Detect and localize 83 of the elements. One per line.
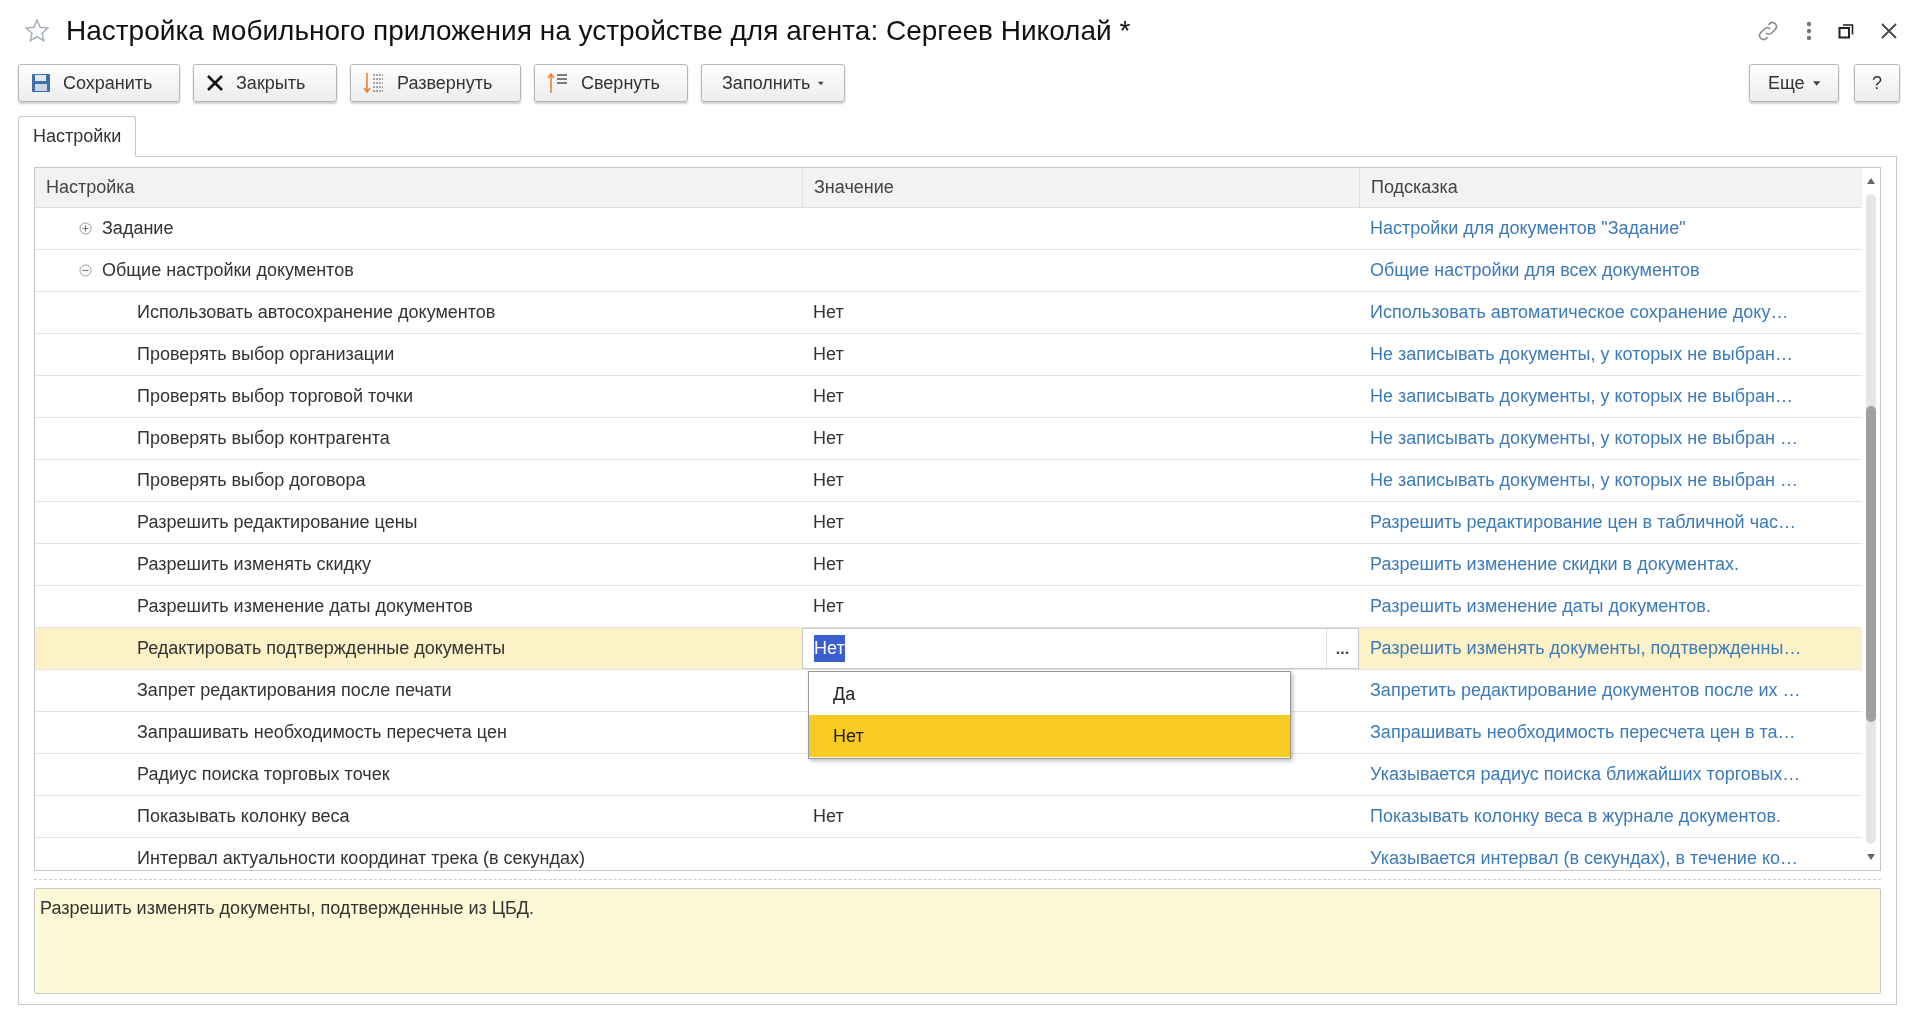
hint-text: Указывается радиус поиска ближайших торговых… bbox=[1370, 763, 1801, 786]
column-header[interactable]: Значение bbox=[802, 168, 1359, 207]
collapse-icon[interactable] bbox=[79, 264, 92, 277]
setting-name: Разрешить изменение даты документов bbox=[137, 595, 473, 618]
setting-value: Нет bbox=[813, 469, 844, 492]
column-header[interactable]: Настройка bbox=[35, 168, 802, 207]
setting-name: Запрашивать необходимость пересчета цен bbox=[137, 721, 507, 744]
dropdown-option[interactable]: Да bbox=[809, 673, 1290, 715]
table-row[interactable]: Проверять выбор торговой точки Нет Не записывать документы, у которых не выбран… bbox=[35, 376, 1862, 418]
setting-name: Радиус поиска торговых точек bbox=[137, 763, 390, 786]
scroll-thumb[interactable] bbox=[1866, 406, 1876, 722]
table-row[interactable]: Разрешить изменять скидку Нет Разрешить изменение скидки в документах. bbox=[35, 544, 1862, 586]
setting-name: Проверять выбор организации bbox=[137, 343, 395, 366]
toolbar-button[interactable]: Закрыть bbox=[193, 64, 337, 102]
setting-value: Нет bbox=[813, 805, 844, 828]
scroll-up-icon[interactable] bbox=[1867, 178, 1875, 184]
setting-name: Редактировать подтвержденные документы bbox=[137, 637, 506, 660]
hint-text: Разрешить изменять документы, подтвержденны… bbox=[1370, 637, 1802, 660]
setting-name: Разрешить редактирование цены bbox=[137, 511, 418, 534]
setting-value: Нет bbox=[813, 595, 844, 618]
toolbar-button[interactable]: Еще bbox=[1749, 64, 1839, 102]
sort-up-list-icon bbox=[547, 72, 569, 94]
toolbar-button[interactable]: Свернуть bbox=[534, 64, 688, 102]
sort-down-list-icon bbox=[363, 72, 385, 94]
setting-name: Использовать автосохранение документов bbox=[137, 301, 496, 324]
expand-icon[interactable] bbox=[79, 222, 92, 235]
toolbar-button[interactable]: ? bbox=[1854, 64, 1900, 102]
restore-window-icon[interactable] bbox=[1838, 23, 1854, 39]
tab[interactable]: Настройки bbox=[18, 116, 137, 157]
hint-text: Не записывать документы, у которых не выбран… bbox=[1370, 343, 1793, 366]
toolbar-button[interactable]: Сохранить bbox=[18, 64, 180, 102]
close-icon[interactable] bbox=[1880, 22, 1898, 40]
setting-value: Нет bbox=[813, 553, 844, 576]
hint-text: Общие настройки для всех документов bbox=[1370, 259, 1700, 282]
choice-button[interactable]: ... bbox=[1326, 629, 1358, 668]
hint-text: Разрешить изменение скидки в документах. bbox=[1370, 553, 1739, 576]
table-row[interactable]: Радиус поиска торговых точек Указывается радиус поиска ближайших торговых… bbox=[35, 754, 1862, 796]
scroll-down-icon[interactable] bbox=[1867, 854, 1875, 860]
setting-name: Проверять выбор договора bbox=[137, 469, 366, 492]
hint-text: Не записывать документы, у которых не выбран … bbox=[1370, 427, 1798, 450]
hint-text: Не записывать документы, у которых не выбран… bbox=[1370, 385, 1793, 408]
close-icon bbox=[206, 74, 224, 92]
caret-icon bbox=[818, 80, 824, 86]
setting-value: Нет bbox=[813, 427, 844, 450]
value-field[interactable]: Нет bbox=[814, 635, 845, 662]
dropdown-option[interactable]: Нет bbox=[809, 715, 1290, 757]
setting-name: Проверять выбор торговой точки bbox=[137, 385, 413, 408]
hint-text: Указывается интервал (в секундах), в течение ко… bbox=[1370, 847, 1798, 870]
setting-name: Запрет редактирования после печати bbox=[137, 679, 452, 702]
setting-value: Нет bbox=[813, 343, 844, 366]
table-row[interactable]: Проверять выбор контрагента Нет Не записывать документы, у которых не выбран … bbox=[35, 418, 1862, 460]
setting-name: Проверять выбор контрагента bbox=[137, 427, 390, 450]
link-icon[interactable] bbox=[1756, 19, 1780, 43]
setting-value: Нет bbox=[813, 511, 844, 534]
table-row[interactable]: Разрешить редактирование цены Нет Разрешить редактирование цен в табличной час… bbox=[35, 502, 1862, 544]
hint-text: Разрешить изменение даты документов. bbox=[1370, 595, 1711, 618]
setting-name: Интервал актуальности координат трека (в секундах) bbox=[137, 847, 585, 870]
table-row[interactable]: Задание Настройки для документов "Задание" bbox=[35, 208, 1862, 250]
setting-value: Нет bbox=[813, 385, 844, 408]
toolbar-button[interactable]: Заполнить bbox=[701, 64, 845, 102]
more-icon[interactable] bbox=[1806, 21, 1812, 41]
hint-text: Разрешить редактирование цен в табличной час… bbox=[1370, 511, 1797, 534]
setting-name: Задание bbox=[102, 217, 174, 240]
table-row[interactable]: Общие настройки документов Общие настройки для всех документов bbox=[35, 250, 1862, 292]
hint-text: Использовать автоматическое сохранение доку… bbox=[1370, 301, 1789, 324]
table-row[interactable]: Проверять выбор организации Нет Не записывать документы, у которых не выбран… bbox=[35, 334, 1862, 376]
setting-value: Нет bbox=[813, 301, 844, 324]
hint-text: Не записывать документы, у которых не выбран … bbox=[1370, 469, 1798, 492]
toolbar-button[interactable]: Развернуть bbox=[350, 64, 521, 102]
table-row[interactable]: Проверять выбор договора Нет Не записывать документы, у которых не выбран … bbox=[35, 460, 1862, 502]
table-row[interactable]: Показывать колонку веса Нет Показывать колонку веса в журнале документов. bbox=[35, 796, 1862, 838]
setting-name: Общие настройки документов bbox=[102, 259, 354, 282]
setting-name: Показывать колонку веса bbox=[137, 805, 350, 828]
description-text: Разрешить изменять документы, подтвержденные из ЦБД. bbox=[40, 898, 534, 918]
hint-text: Показывать колонку веса в журнале документов. bbox=[1370, 805, 1782, 828]
caret-icon bbox=[1812, 80, 1820, 86]
star-icon[interactable] bbox=[24, 18, 50, 44]
hint-text: Настройки для документов "Задание" bbox=[1370, 217, 1686, 240]
table-row[interactable]: Использовать автосохранение документов Нет Использовать автоматическое сохранение доку… bbox=[35, 292, 1862, 334]
hint-text: Запрашивать необходимость пересчета цен в та… bbox=[1370, 721, 1796, 744]
window-title: Настройка мобильного приложения на устройстве для агента: Сергеев Николай * bbox=[66, 14, 1132, 48]
hint-text: Запретить редактирование документов после их … bbox=[1370, 679, 1801, 702]
setting-name: Разрешить изменять скидку bbox=[137, 553, 372, 576]
